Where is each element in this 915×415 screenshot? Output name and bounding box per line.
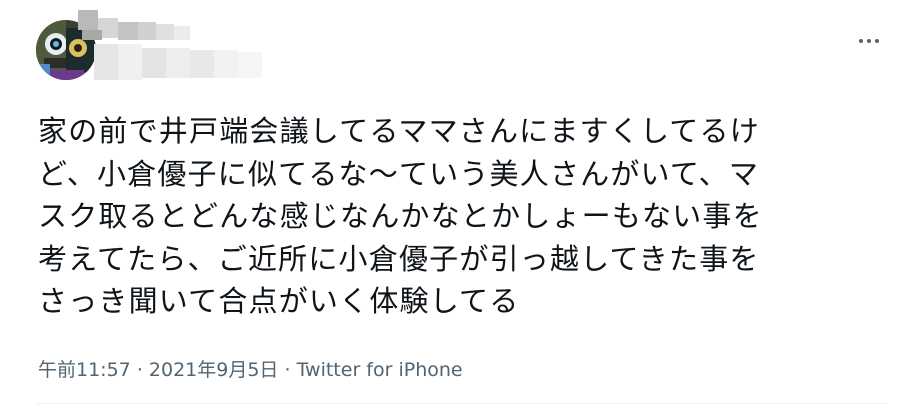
tweet-metadata: 午前11:57 · 2021年9月5日 · Twitter for iPhone xyxy=(38,355,463,382)
tweet-text-line: さっき聞いて合点がいく体験してる xyxy=(38,284,520,318)
meta-separator: · xyxy=(136,359,143,381)
meta-separator: · xyxy=(284,359,291,381)
blurred-username xyxy=(94,44,262,80)
tweet-card: 家の前で井戸端会議してるママさんにますくしてるけ ど、小倉優子に似てるな〜ていう… xyxy=(0,0,915,415)
tweet-source-link[interactable]: Twitter for iPhone xyxy=(297,359,463,381)
tweet-text-line: 家の前で井戸端会議してるママさんにますくしてるけ xyxy=(38,114,760,148)
tweet-timestamp[interactable]: 午前11:57 xyxy=(38,359,131,381)
tweet-date[interactable]: 2021年9月5日 xyxy=(149,359,279,381)
tweet-text-line: スク取るとどんな感じなんかなとかしょーもない事を xyxy=(38,199,763,233)
divider xyxy=(36,403,887,404)
more-options-button[interactable] xyxy=(852,28,886,54)
tweet-text-line: ど、小倉優子に似てるな〜ていう美人さんがいて、マ xyxy=(38,156,760,191)
tweet-text-line: 考えてたら、ご近所に小倉優子が引っ越してきた事を xyxy=(38,241,760,276)
tweet-text: 家の前で井戸端会議してるママさんにますくしてるけ ど、小倉優子に似てるな〜ていう… xyxy=(38,110,888,323)
blurred-display-name xyxy=(78,10,190,40)
more-horizontal-icon xyxy=(857,39,881,43)
